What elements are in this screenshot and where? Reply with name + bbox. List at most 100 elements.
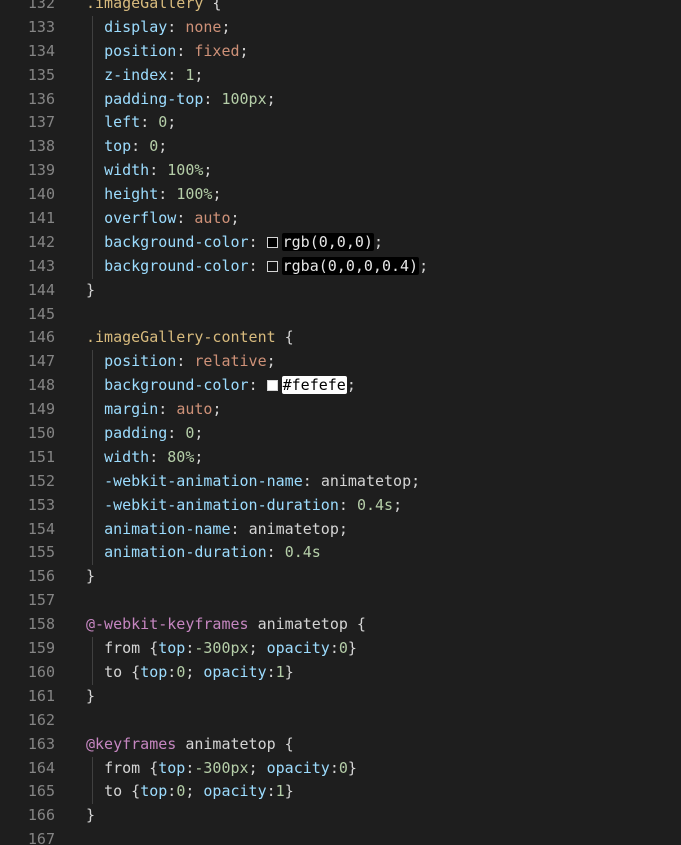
code-text[interactable]: to {top:0; opacity:1} [86, 661, 294, 685]
code-token: : [167, 782, 177, 801]
code-line[interactable]: 134 position: fixed; [0, 39, 681, 64]
code-token: { [275, 328, 294, 347]
color-swatch-icon[interactable] [266, 236, 278, 248]
code-line[interactable]: 160 to {top:0; opacity:1} [0, 660, 681, 685]
code-text[interactable]: width: 100%; [86, 159, 212, 183]
code-line[interactable]: 145 [0, 303, 681, 327]
code-text[interactable]: position: relative; [86, 350, 276, 374]
code-text[interactable]: margin: auto; [86, 398, 221, 422]
code-line[interactable]: 157 [0, 589, 681, 613]
code-line[interactable]: 133 display: none; [0, 15, 681, 40]
code-text[interactable]: to {top:0; opacity:1} [86, 780, 294, 804]
code-text[interactable]: .imageGallery { [86, 0, 221, 16]
code-token: @-webkit-keyframes [86, 615, 249, 634]
code-text[interactable]: @keyframes animatetop { [86, 733, 294, 757]
code-line[interactable]: 152 -webkit-animation-name: animatetop; [0, 469, 681, 494]
code-line[interactable]: 167 [0, 828, 681, 845]
code-line[interactable]: 136 padding-top: 100px; [0, 87, 681, 112]
code-text[interactable]: } [86, 565, 95, 589]
code-text[interactable]: padding-top: 100px; [86, 88, 276, 112]
code-line[interactable]: 142 background-color: rgb(0,0,0); [0, 230, 681, 255]
code-token: : [248, 376, 267, 395]
code-text[interactable]: from {top:-300px; opacity:0} [86, 637, 357, 661]
code-line[interactable]: 164 from {top:-300px; opacity:0} [0, 756, 681, 781]
code-line[interactable]: 149 margin: auto; [0, 398, 681, 423]
code-line[interactable]: 162 [0, 709, 681, 733]
code-text[interactable]: } [86, 279, 95, 303]
code-token: } [86, 686, 96, 705]
code-text[interactable]: height: 100%; [86, 183, 221, 207]
code-token: opacity [266, 758, 330, 777]
code-token: : [158, 185, 177, 204]
code-line[interactable]: 139 width: 100%; [0, 159, 681, 184]
line-number: 156 [27, 567, 55, 586]
code-text[interactable]: from {top:-300px; opacity:0} [86, 757, 357, 781]
code-line[interactable]: 146 .imageGallery-content { [0, 326, 681, 350]
code-line[interactable]: 155 animation-duration: 0.4s [0, 541, 681, 566]
code-token: animatetop [248, 519, 339, 538]
code-line[interactable]: 147 position: relative; [0, 350, 681, 375]
code-editor[interactable]: 132 .imageGallery {133 display: none; 134 … [0, 0, 681, 845]
code-text[interactable]: background-color: rgb(0,0,0); [86, 231, 383, 255]
code-line[interactable]: 163 @keyframes animatetop { [0, 733, 681, 757]
code-text[interactable]: @-webkit-keyframes animatetop { [86, 613, 366, 637]
code-text[interactable]: padding: 0; [86, 422, 203, 446]
code-text[interactable]: animation-duration: 0.4s [86, 541, 321, 565]
code-line[interactable]: 165 to {top:0; opacity:1} [0, 780, 681, 805]
code-line[interactable]: 159 from {top:-300px; opacity:0} [0, 637, 681, 661]
color-swatch-icon[interactable] [266, 260, 278, 272]
code-text[interactable]: animation-name: animatetop; [86, 518, 348, 542]
code-text[interactable]: width: 80%; [86, 446, 203, 470]
code-line[interactable]: 138 top: 0; [0, 135, 681, 160]
code-text[interactable]: z-index: 1; [86, 64, 203, 88]
code-line[interactable]: 144} [0, 279, 681, 303]
code-text[interactable]: position: fixed; [86, 40, 249, 64]
code-line[interactable]: 156} [0, 565, 681, 589]
code-text[interactable]: overflow: auto; [86, 207, 239, 231]
code-token: animation-duration [104, 543, 267, 562]
code-line[interactable]: 148 background-color: #fefefe; [0, 374, 681, 399]
code-token: 0 [338, 639, 348, 658]
code-line[interactable]: 161} [0, 685, 681, 709]
code-line[interactable]: 143 background-color: rgba(0,0,0,0.4); [0, 254, 681, 279]
line-number: 132 [27, 0, 55, 12]
code-line[interactable]: 166} [0, 804, 681, 828]
code-line[interactable]: 153 -webkit-animation-duration: 0.4s; [0, 493, 681, 518]
code-token: position [104, 352, 177, 371]
code-line[interactable]: 151 width: 80%; [0, 445, 681, 470]
code-token: ; [203, 161, 213, 180]
code-token: 1 [275, 662, 285, 681]
code-text[interactable]: -webkit-animation-duration: 0.4s; [86, 494, 402, 518]
code-lines[interactable]: 132 .imageGallery {133 display: none; 134 … [0, 0, 681, 845]
code-token: fixed [194, 41, 240, 60]
code-text[interactable]: display: none; [86, 16, 230, 40]
code-text[interactable]: background-color: #fefefe; [86, 374, 356, 398]
line-number: 136 [27, 89, 55, 108]
code-text[interactable]: } [86, 804, 95, 828]
color-swatch-icon[interactable] [266, 380, 278, 392]
code-text[interactable]: -webkit-animation-name: animatetop; [86, 470, 420, 494]
line-number: 155 [27, 543, 55, 562]
code-line[interactable]: 154 animation-name: animatetop; [0, 517, 681, 542]
code-line[interactable]: 137 left: 0; [0, 111, 681, 136]
code-line[interactable]: 158 @-webkit-keyframes animatetop { [0, 613, 681, 637]
code-token: background-color [104, 376, 249, 395]
code-token: padding [104, 424, 168, 443]
code-line[interactable]: 140 height: 100%; [0, 183, 681, 208]
code-text[interactable]: } [86, 685, 95, 709]
code-line[interactable]: 150 padding: 0; [0, 422, 681, 446]
code-text[interactable]: .imageGallery-content { [86, 326, 294, 350]
code-text[interactable]: background-color: rgba(0,0,0,0.4); [86, 255, 428, 279]
code-text[interactable]: top: 0; [86, 135, 167, 159]
code-token: top [140, 782, 168, 801]
line-number: 150 [27, 424, 55, 443]
code-line[interactable]: 132 .imageGallery { [0, 0, 681, 16]
code-line[interactable]: 141 overflow: auto; [0, 207, 681, 231]
code-text[interactable]: left: 0; [86, 111, 176, 135]
code-token: ; [212, 185, 222, 204]
code-line[interactable]: 135 z-index: 1; [0, 63, 681, 88]
